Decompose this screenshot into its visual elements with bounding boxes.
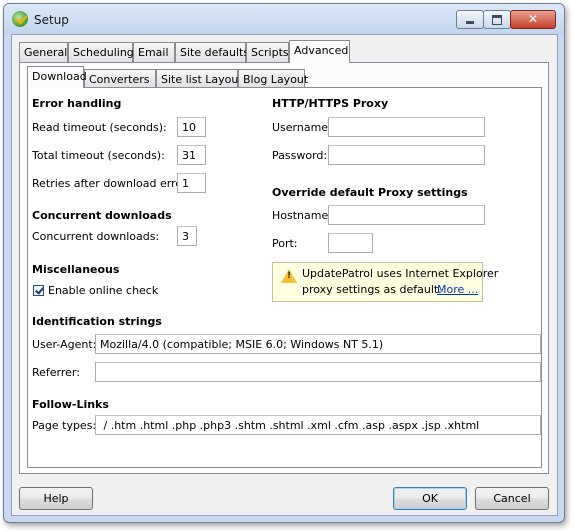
app-icon [12, 11, 28, 27]
username-label: Username: [272, 121, 332, 134]
close-icon: ✕ [527, 12, 539, 26]
concurrent-field[interactable] [177, 226, 197, 246]
tab-general[interactable]: General [19, 42, 68, 62]
tab-email[interactable]: Email [133, 42, 175, 62]
username-field[interactable] [328, 117, 485, 137]
port-field[interactable] [328, 233, 373, 253]
advanced-panel: Download Converters Site list Layout Blo… [19, 62, 549, 474]
setup-window: Setup ✕ General Scheduling Email Site de… [3, 3, 565, 523]
page-types-label: Page types: [32, 419, 97, 432]
minimize-button[interactable] [456, 10, 484, 29]
info-line-2: proxy settings as default. [302, 283, 442, 296]
total-timeout-label: Total timeout (seconds): [32, 149, 165, 162]
tab-blog-layout[interactable]: Blog Layout [238, 69, 308, 88]
info-line-1: UpdatePatrol uses Internet Explorer [302, 267, 499, 280]
online-check-checkbox[interactable] [33, 285, 44, 296]
warning-icon [281, 269, 297, 283]
concurrent-label: Concurrent downloads: [32, 230, 160, 243]
hostname-label: Hostname: [272, 209, 332, 222]
hostname-field[interactable] [328, 205, 485, 225]
proxy-info-box: UpdatePatrol uses Internet Explorer prox… [272, 262, 498, 302]
retries-field[interactable] [177, 173, 206, 193]
misc-header: Miscellaneous [32, 263, 120, 276]
retries-label: Retries after download error: [32, 177, 191, 190]
proxy-header: HTTP/HTTPS Proxy [272, 97, 389, 110]
read-timeout-label: Read timeout (seconds): [32, 121, 167, 134]
tab-advanced[interactable]: Advanced [289, 40, 350, 63]
identification-header: Identification strings [32, 315, 162, 328]
follow-links-header: Follow-Links [32, 398, 109, 411]
error-handling-header: Error handling [32, 97, 122, 110]
total-timeout-field[interactable] [177, 145, 206, 165]
tab-scripts[interactable]: Scripts [246, 42, 289, 62]
page-types-field[interactable] [95, 415, 541, 435]
password-field[interactable] [328, 145, 485, 165]
tab-scheduling[interactable]: Scheduling [68, 42, 134, 62]
referrer-label: Referrer: [32, 366, 80, 379]
ok-button[interactable]: OK [393, 487, 467, 510]
tab-download[interactable]: Download [27, 66, 87, 88]
concurrent-header: Concurrent downloads [32, 209, 172, 222]
dialog-client: General Scheduling Email Site defaults S… [11, 34, 558, 516]
tab-site-defaults[interactable]: Site defaults [175, 42, 249, 62]
read-timeout-field[interactable] [177, 117, 206, 137]
download-panel: Error handling Read timeout (seconds): T… [27, 87, 542, 468]
maximize-button[interactable] [483, 10, 511, 29]
close-button[interactable]: ✕ [510, 10, 556, 29]
cancel-button[interactable]: Cancel [475, 487, 549, 510]
title-bar[interactable]: Setup ✕ [4, 4, 564, 34]
window-title: Setup [34, 13, 69, 27]
port-label: Port: [272, 237, 298, 250]
referrer-field[interactable] [95, 362, 541, 382]
help-button[interactable]: Help [19, 487, 93, 510]
user-agent-field[interactable] [95, 334, 541, 354]
user-agent-label: User-Agent: [32, 338, 97, 351]
tab-site-list-layout[interactable]: Site list Layout [156, 69, 243, 88]
override-header: Override default Proxy settings [272, 186, 468, 199]
password-label: Password: [272, 149, 328, 162]
tab-converters[interactable]: Converters [84, 69, 156, 88]
online-check-label[interactable]: Enable online check [48, 284, 158, 297]
more-link[interactable]: More ... [437, 283, 478, 296]
